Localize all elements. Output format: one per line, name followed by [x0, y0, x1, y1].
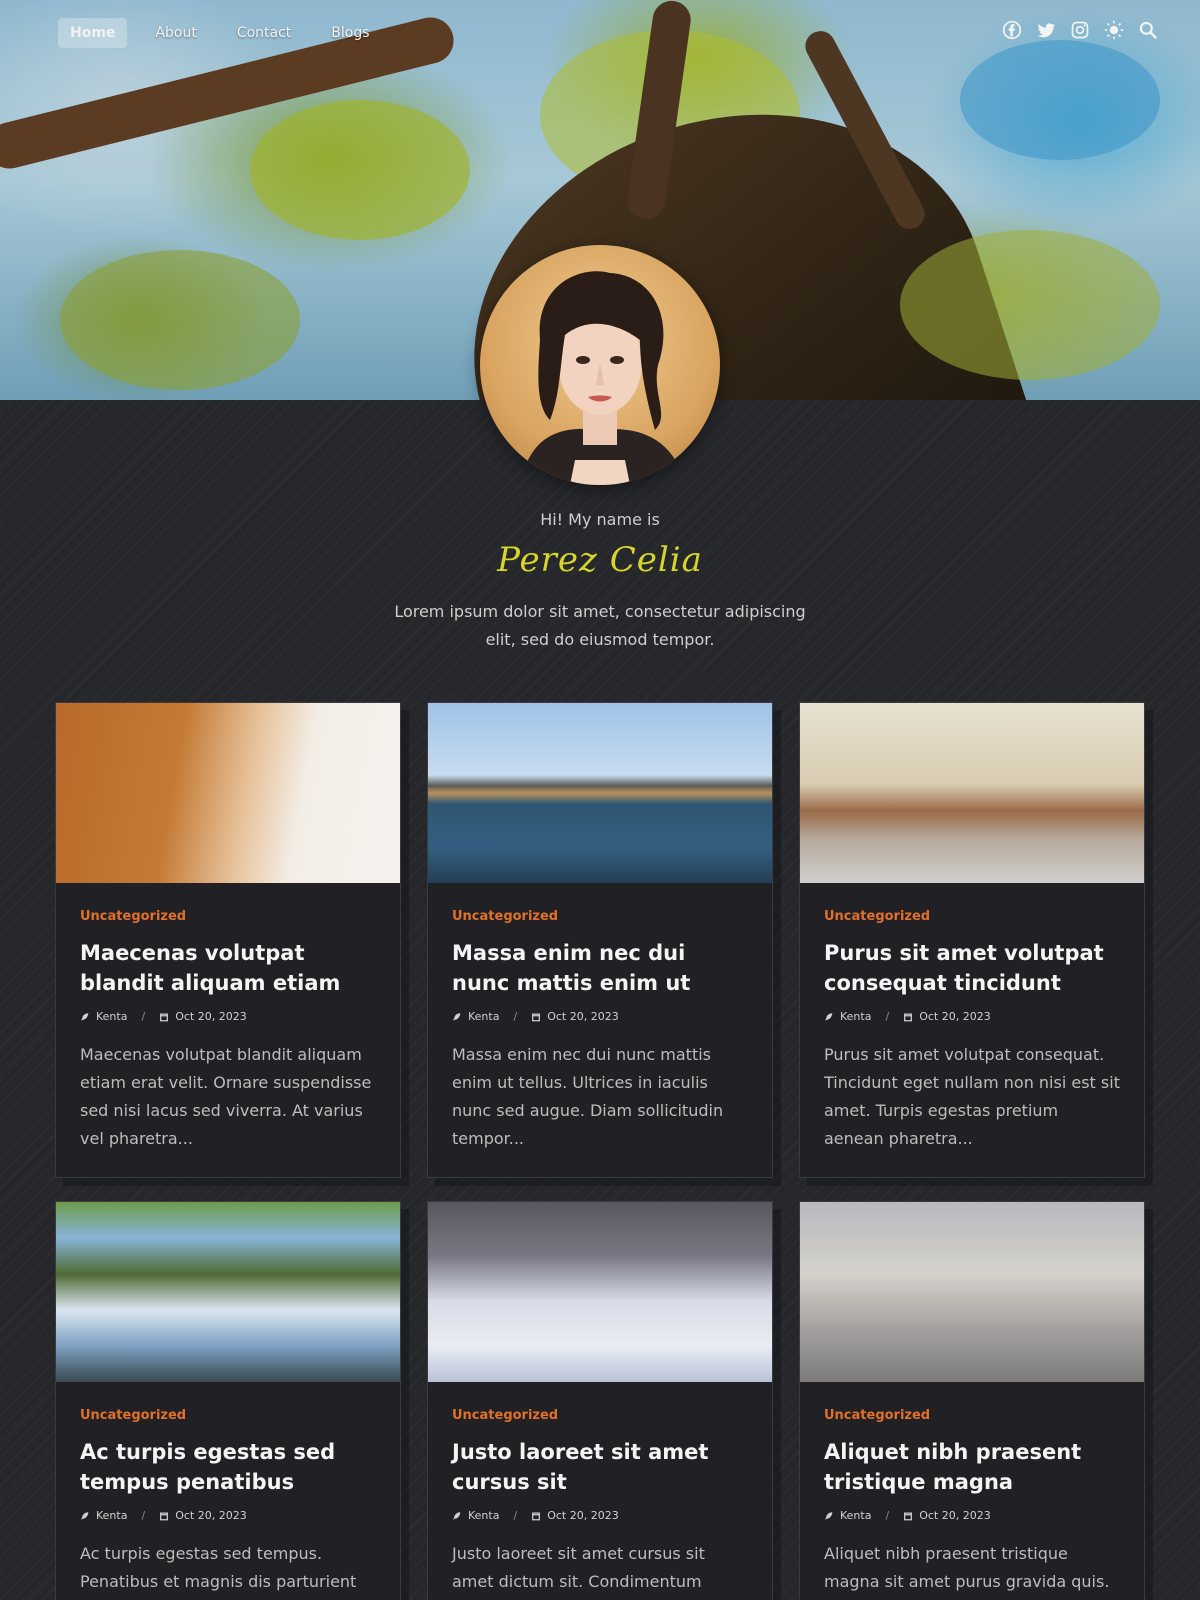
post-category[interactable]: Uncategorized — [452, 1408, 748, 1423]
feather-icon — [452, 1511, 461, 1520]
post-card: Uncategorized Aliquet nibh praesent tris… — [799, 1201, 1145, 1600]
post-meta: Kenta / Oct 20, 2023 — [452, 1010, 748, 1023]
hero-foliage — [60, 250, 300, 390]
hero-foliage — [250, 100, 470, 240]
post-author[interactable]: Kenta — [468, 1509, 499, 1522]
calendar-icon — [160, 1511, 169, 1520]
post-category[interactable]: Uncategorized — [824, 909, 1120, 924]
post-title[interactable]: Massa enim nec dui nunc mattis enim ut — [452, 938, 748, 998]
post-meta: Kenta / Oct 20, 2023 — [824, 1509, 1120, 1522]
post-excerpt: Aliquet nibh praesent tristique magna si… — [824, 1544, 1110, 1591]
post-date: Oct 20, 2023 — [919, 1509, 991, 1522]
post-thumbnail[interactable] — [428, 1202, 772, 1382]
profile-name: Perez Celia — [497, 540, 703, 580]
post-excerpt: Purus sit amet volutpat consequat. Tinci… — [824, 1045, 1120, 1148]
post-card: Uncategorized Maecenas volutpat blandit … — [55, 702, 401, 1178]
post-excerpt: Maecenas volutpat blandit aliquam etiam … — [80, 1045, 372, 1148]
meta-separator: / — [885, 1509, 890, 1522]
post-author[interactable]: Kenta — [96, 1010, 127, 1023]
post-title[interactable]: Aliquet nibh praesent tristique magna — [824, 1437, 1120, 1497]
post-category[interactable]: Uncategorized — [80, 1408, 376, 1423]
nav-home[interactable]: Home — [58, 18, 128, 48]
post-date: Oct 20, 2023 — [919, 1010, 991, 1023]
post-thumbnail[interactable] — [428, 703, 772, 883]
post-thumbnail[interactable] — [800, 703, 1144, 883]
post-thumbnail[interactable] — [800, 1202, 1144, 1382]
calendar-icon — [904, 1511, 913, 1520]
post-excerpt: Ac turpis egestas sed tempus. Penatibus … — [80, 1544, 357, 1591]
post-card: Uncategorized Massa enim nec dui nunc ma… — [427, 702, 773, 1178]
instagram-icon[interactable] — [1070, 20, 1090, 40]
meta-separator: / — [141, 1010, 146, 1023]
post-excerpt: Justo laoreet sit amet cursus sit amet d… — [452, 1544, 705, 1591]
facebook-icon[interactable] — [1002, 20, 1022, 40]
feather-icon — [80, 1012, 89, 1021]
post-thumbnail[interactable] — [56, 703, 400, 883]
avatar — [480, 245, 720, 485]
post-card: Uncategorized Purus sit amet volutpat co… — [799, 702, 1145, 1178]
feather-icon — [824, 1511, 833, 1520]
feather-icon — [824, 1012, 833, 1021]
post-title[interactable]: Justo laoreet sit amet cursus sit — [452, 1437, 748, 1497]
meta-separator: / — [141, 1509, 146, 1522]
post-author[interactable]: Kenta — [96, 1509, 127, 1522]
post-excerpt: Massa enim nec dui nunc mattis enim ut t… — [452, 1045, 724, 1148]
calendar-icon — [532, 1012, 541, 1021]
post-thumbnail[interactable] — [56, 1202, 400, 1382]
meta-separator: / — [885, 1010, 890, 1023]
post-card: Uncategorized Justo laoreet sit amet cur… — [427, 1201, 773, 1600]
profile-bio: Lorem ipsum dolor sit amet, consectetur … — [394, 602, 806, 649]
calendar-icon — [904, 1012, 913, 1021]
post-title[interactable]: Ac turpis egestas sed tempus penatibus — [80, 1437, 376, 1497]
post-author[interactable]: Kenta — [840, 1509, 871, 1522]
meta-separator: / — [513, 1010, 518, 1023]
post-author[interactable]: Kenta — [468, 1010, 499, 1023]
feather-icon — [80, 1511, 89, 1520]
nav-about[interactable]: About — [143, 18, 208, 48]
post-title[interactable]: Maecenas volutpat blandit aliquam etiam — [80, 938, 376, 998]
header-icons — [1002, 20, 1158, 40]
hero-foliage — [960, 40, 1160, 160]
twitter-icon[interactable] — [1036, 20, 1056, 40]
calendar-icon — [532, 1511, 541, 1520]
theme-toggle-icon[interactable] — [1104, 20, 1124, 40]
nav-blogs[interactable]: Blogs — [319, 18, 381, 48]
post-date: Oct 20, 2023 — [175, 1010, 247, 1023]
post-card: Uncategorized Ac turpis egestas sed temp… — [55, 1201, 401, 1600]
profile-greeting: Hi! My name is — [540, 510, 660, 529]
post-date: Oct 20, 2023 — [175, 1509, 247, 1522]
feather-icon — [452, 1012, 461, 1021]
post-date: Oct 20, 2023 — [547, 1010, 619, 1023]
main-nav: Home About Contact Blogs — [58, 18, 382, 48]
nav-contact[interactable]: Contact — [225, 18, 303, 48]
post-author[interactable]: Kenta — [840, 1010, 871, 1023]
calendar-icon — [160, 1012, 169, 1021]
post-meta: Kenta / Oct 20, 2023 — [80, 1010, 376, 1023]
post-meta: Kenta / Oct 20, 2023 — [824, 1010, 1120, 1023]
post-meta: Kenta / Oct 20, 2023 — [80, 1509, 376, 1522]
search-icon[interactable] — [1138, 20, 1158, 40]
post-date: Oct 20, 2023 — [547, 1509, 619, 1522]
post-category[interactable]: Uncategorized — [80, 909, 376, 924]
post-meta: Kenta / Oct 20, 2023 — [452, 1509, 748, 1522]
post-title[interactable]: Purus sit amet volutpat consequat tincid… — [824, 938, 1120, 998]
meta-separator: / — [513, 1509, 518, 1522]
post-category[interactable]: Uncategorized — [452, 909, 748, 924]
post-category[interactable]: Uncategorized — [824, 1408, 1120, 1423]
hero-foliage — [900, 230, 1160, 380]
